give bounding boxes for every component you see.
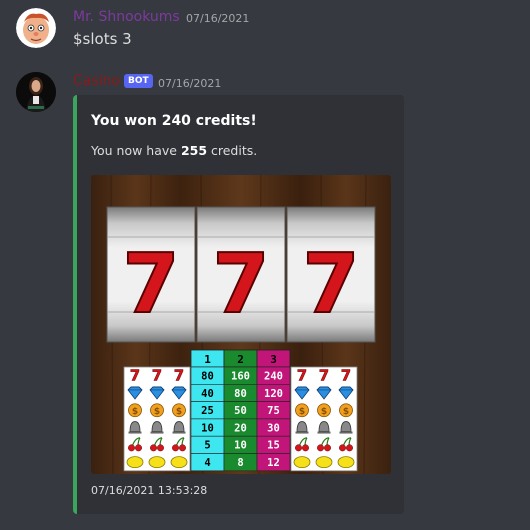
reel-symbol: 7 [122, 237, 179, 332]
svg-text:$: $ [299, 407, 305, 417]
svg-text:7: 7 [341, 367, 351, 385]
paytable-value: 75 [267, 405, 280, 417]
paytable-value: 20 [234, 422, 247, 434]
svg-text:7: 7 [130, 367, 140, 385]
lemon-icon [170, 456, 188, 469]
coin-icon: $ [128, 403, 142, 418]
svg-text:$: $ [321, 407, 327, 417]
paytable-value: 10 [201, 422, 214, 434]
svg-text:7: 7 [152, 367, 162, 385]
reel-symbol: 7 [212, 237, 269, 332]
svg-text:$: $ [343, 407, 349, 417]
paytable-value: 15 [267, 440, 280, 452]
paytable-value: 160 [231, 371, 250, 383]
paytable-header-label: 3 [270, 353, 277, 366]
desc-suffix: credits. [207, 143, 258, 158]
lemon-icon [148, 456, 166, 469]
svg-text:7: 7 [297, 367, 307, 385]
slot-machine-graphic: 777 1 2 37 7 7 7 7 780 160 24040 80 120$ $ $ $ $ $25 50 75… [91, 175, 391, 474]
paytable-value: 10 [234, 440, 247, 452]
cartoon-face-icon [16, 8, 56, 48]
username[interactable]: Casino [73, 73, 120, 89]
seven-icon: 7 [319, 366, 330, 385]
message-content: $slots 3 [73, 30, 132, 48]
paytable-value: 30 [267, 422, 280, 434]
bot-badge: BOT [124, 74, 153, 88]
desc-prefix: You now have [91, 143, 181, 158]
credits-value: 255 [180, 143, 208, 158]
paytable-value: 240 [264, 371, 283, 383]
user-avatar[interactable] [16, 8, 56, 48]
paytable-value: 8 [237, 457, 243, 469]
coin-icon: $ [317, 403, 331, 418]
seven-icon: 7 [152, 366, 163, 385]
dealer-portrait-icon [16, 72, 56, 112]
message-timestamp: 07/16/2021 [158, 77, 222, 90]
svg-text:$: $ [154, 407, 160, 417]
reel-1: 7 [106, 206, 196, 343]
username[interactable]: Mr. Shnookums [73, 9, 180, 25]
coin-icon: $ [172, 403, 186, 418]
seven-icon: 7 [130, 366, 141, 385]
reel-2: 7 [196, 206, 286, 343]
bot-avatar[interactable] [16, 72, 56, 112]
paytable-value: 4 [204, 457, 210, 469]
embed-title: You won 240 credits! [91, 113, 257, 129]
reel-3: 7 [286, 206, 376, 343]
paytable-value: 40 [201, 388, 214, 400]
embed-description: You now have 255 credits. [91, 143, 257, 158]
paytable-value: 120 [264, 388, 283, 400]
lemon-icon [293, 456, 311, 469]
paytable-value: 80 [201, 371, 214, 383]
svg-text:7: 7 [319, 367, 329, 385]
svg-text:$: $ [132, 407, 138, 417]
embed-footer-timestamp: 07/16/2021 13:53:28 [91, 484, 208, 497]
lemon-icon [126, 456, 144, 469]
coin-icon: $ [295, 403, 309, 418]
seven-icon: 7 [297, 366, 308, 385]
embed-card: You won 240 credits! You now have 255 cr… [73, 95, 404, 514]
reel-symbol: 7 [302, 237, 359, 332]
paytable-value: 5 [204, 440, 210, 452]
lemon-icon [337, 456, 355, 469]
svg-text:7: 7 [174, 367, 184, 385]
slot-machine-image[interactable]: 777 1 2 3 7 7 7 7 7 7 80 160 240 40 80 120 $ $ $ $ $ $25 50 75… [91, 175, 391, 474]
coin-icon: $ [339, 403, 353, 418]
lemon-icon [315, 456, 333, 469]
svg-text:$: $ [176, 407, 182, 417]
paytable-value: 12 [267, 457, 280, 469]
paytable-value: 80 [234, 388, 247, 400]
paytable-value: 25 [201, 405, 214, 417]
seven-icon: 7 [341, 366, 352, 385]
paytable-header-label: 2 [237, 353, 244, 366]
paytable-value: 50 [234, 405, 247, 417]
seven-icon: 7 [174, 366, 185, 385]
coin-icon: $ [150, 403, 164, 418]
paytable-header-label: 1 [204, 353, 211, 366]
message-timestamp: 07/16/2021 [186, 12, 250, 25]
